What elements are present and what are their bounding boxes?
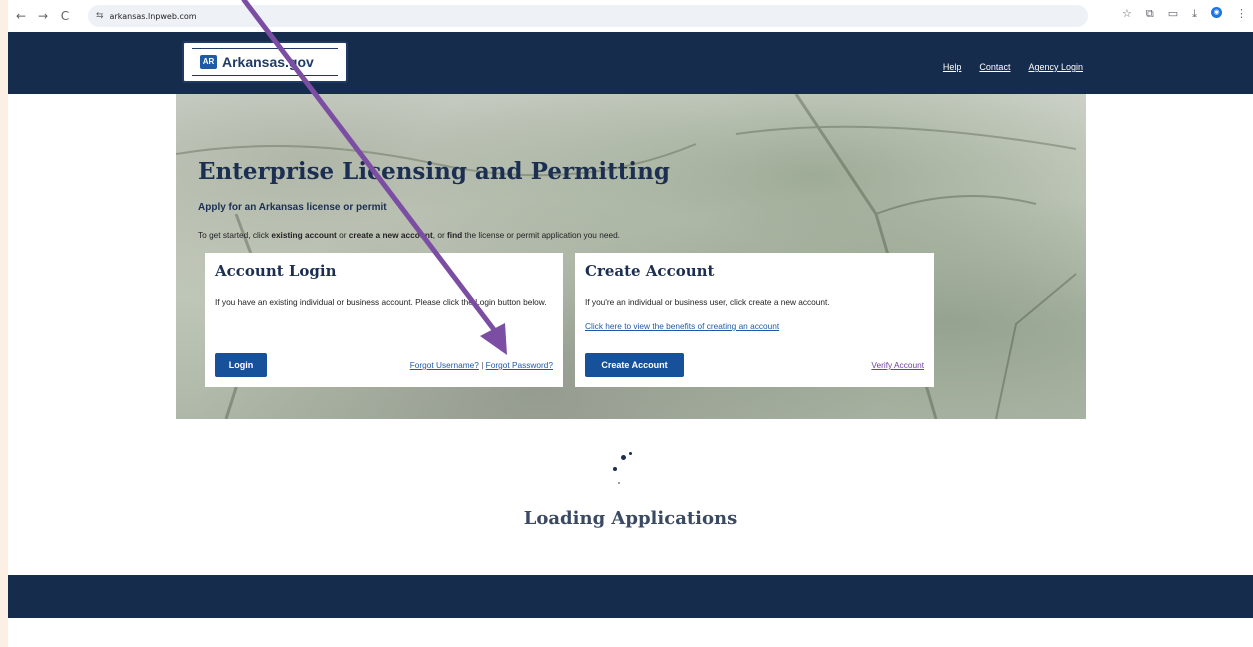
- forgot-password-link[interactable]: Forgot Password?: [486, 360, 553, 370]
- account-login-card: Account Login If you have an existing in…: [205, 253, 563, 387]
- login-button[interactable]: Login: [215, 353, 267, 377]
- agency-login-link[interactable]: Agency Login: [1028, 62, 1083, 72]
- site-info-icon[interactable]: ⇆: [96, 11, 104, 21]
- extensions-icon[interactable]: ⧉: [1146, 7, 1154, 21]
- contact-link[interactable]: Contact: [979, 62, 1010, 72]
- loading-spinner-icon: [610, 452, 636, 486]
- arkansas-logo[interactable]: AR Arkansas.gov: [182, 41, 348, 83]
- verify-account-link[interactable]: Verify Account: [871, 360, 924, 370]
- instructions-find: find: [447, 230, 463, 240]
- hero-section: Enterprise Licensing and Permitting Appl…: [176, 94, 1086, 419]
- instructions-or: or: [336, 230, 349, 240]
- link-separator: |: [478, 360, 486, 370]
- forgot-username-link[interactable]: Forgot Username?: [410, 360, 479, 370]
- back-icon[interactable]: ←: [12, 9, 30, 23]
- forgot-links: Forgot Username? | Forgot Password?: [410, 360, 553, 370]
- profile-icon[interactable]: ◉: [1211, 7, 1222, 18]
- benefits-link[interactable]: Click here to view the benefits of creat…: [585, 321, 779, 331]
- instructions-create: create a new account: [348, 230, 433, 240]
- instructions-text: To get started, click existing account o…: [198, 230, 620, 240]
- logo-frame: AR Arkansas.gov: [192, 48, 338, 76]
- menu-icon[interactable]: ⋮: [1236, 7, 1247, 21]
- loading-applications-text: Loading Applications: [523, 508, 738, 529]
- instructions-prefix: To get started, click: [198, 230, 272, 240]
- logo-text: Arkansas.gov: [222, 54, 314, 70]
- tab-search-icon[interactable]: ▭: [1168, 7, 1178, 21]
- download-icon[interactable]: ⤓: [1192, 7, 1197, 21]
- forward-icon[interactable]: →: [34, 9, 52, 23]
- page-subtitle: Apply for an Arkansas license or permit: [198, 202, 387, 213]
- account-login-text: If you have an existing individual or bu…: [215, 297, 547, 307]
- page: ← → C ⇆ arkansas.lnpweb.com ☆ ⧉ ▭ ⤓ ◉ ⋮ …: [8, 0, 1253, 647]
- bookmark-star-icon[interactable]: ☆: [1122, 7, 1132, 21]
- address-bar[interactable]: ⇆ arkansas.lnpweb.com: [88, 5, 1088, 27]
- account-login-title: Account Login: [215, 262, 337, 280]
- help-link[interactable]: Help: [943, 62, 962, 72]
- page-title: Enterprise Licensing and Permitting: [198, 158, 670, 185]
- site-footer: [8, 575, 1253, 618]
- instructions-or-2: , or: [432, 230, 448, 240]
- create-account-text: If you're an individual or business user…: [585, 297, 830, 307]
- verify-links: Verify Account: [871, 360, 924, 370]
- create-account-title: Create Account: [585, 262, 715, 280]
- toolbar-actions: ☆ ⧉ ▭ ⤓ ◉ ⋮: [1122, 7, 1247, 21]
- instructions-suffix: the license or permit application you ne…: [462, 230, 620, 240]
- instructions-existing: existing account: [271, 230, 337, 240]
- create-account-card: Create Account If you're an individual o…: [575, 253, 934, 387]
- reload-icon[interactable]: C: [56, 9, 74, 23]
- url-text[interactable]: arkansas.lnpweb.com: [110, 12, 197, 21]
- logo-badge-icon: AR: [200, 55, 217, 69]
- header-nav: Help Contact Agency Login: [943, 62, 1083, 72]
- browser-toolbar: ← → C ⇆ arkansas.lnpweb.com ☆ ⧉ ▭ ⤓ ◉ ⋮: [8, 0, 1253, 32]
- create-account-button[interactable]: Create Account: [585, 353, 684, 377]
- site-header: AR Arkansas.gov Help Contact Agency Logi…: [8, 32, 1253, 94]
